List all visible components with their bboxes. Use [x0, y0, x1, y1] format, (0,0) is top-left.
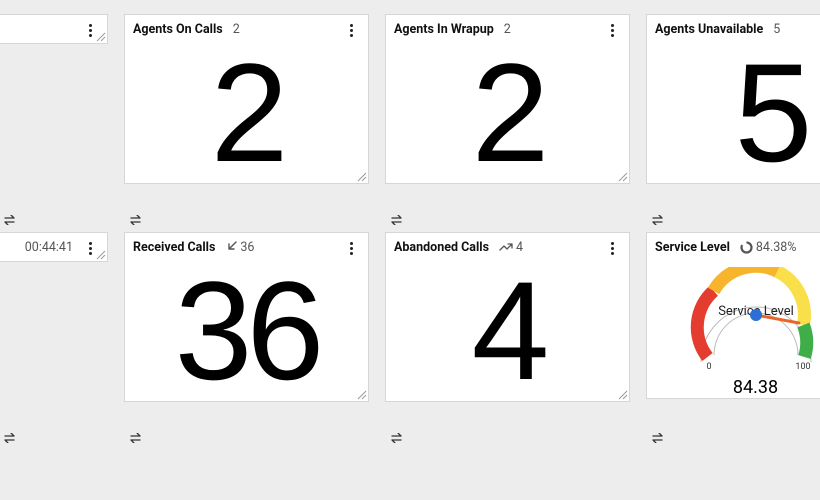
card-subvalue: 2	[504, 22, 511, 37]
card-service-level: Service Level 84.38%	[646, 232, 820, 399]
card-abandoned-calls: Abandoned Calls 4 4	[385, 232, 630, 402]
gauge-max: 100	[795, 362, 810, 372]
card-received-calls: Received Calls 36 36	[124, 232, 369, 402]
card-title: Agents On Calls	[133, 22, 223, 37]
metric-value: 36	[175, 261, 319, 401]
card-subvalue: 84.38%	[740, 240, 797, 255]
swap-icon[interactable]	[652, 432, 666, 446]
card-title: Received Calls	[133, 240, 215, 255]
donut-icon	[740, 241, 753, 254]
incoming-call-icon	[225, 241, 237, 253]
metric-value: 5	[735, 43, 807, 183]
gauge-hub	[750, 309, 762, 321]
metric-value: 2	[211, 43, 283, 183]
swap-icon[interactable]	[130, 432, 144, 446]
metric-value: 2	[472, 43, 544, 183]
card-agents-unavailable: Agents Unavailable 5 5	[646, 14, 820, 184]
resize-handle-icon[interactable]	[94, 30, 106, 42]
swap-icon[interactable]	[4, 432, 18, 446]
card-subvalue: 36	[225, 240, 254, 255]
gauge-value: 84.38	[733, 377, 778, 398]
gauge-min: 0	[706, 362, 711, 372]
resize-handle-icon[interactable]	[94, 248, 106, 260]
card-partial-bottom: 00:44:41	[0, 232, 108, 262]
card-partial-top	[0, 14, 108, 44]
card-menu-button[interactable]	[601, 237, 623, 259]
swap-icon[interactable]	[391, 214, 405, 228]
resize-handle-icon[interactable]	[355, 170, 367, 182]
gauge-chart: Service Level 0 100	[681, 267, 820, 377]
card-subvalue: 2	[233, 22, 240, 37]
card-subvalue: 4	[499, 240, 523, 255]
card-title: Agents In Wrapup	[394, 22, 494, 37]
card-title: Agents Unavailable	[655, 22, 763, 37]
dashboard-grid: Agents On Calls 2 2 Agents In Wrapup 2 2	[0, 0, 820, 432]
swap-icon[interactable]	[652, 214, 666, 228]
card-menu-button[interactable]	[601, 19, 623, 41]
card-title: Service Level	[655, 240, 730, 255]
card-agents-in-wrapup: Agents In Wrapup 2 2	[385, 14, 630, 184]
card-agents-on-calls: Agents On Calls 2 2	[124, 14, 369, 184]
resize-handle-icon[interactable]	[616, 170, 628, 182]
card-subvalue: 5	[773, 22, 780, 37]
resize-handle-icon[interactable]	[355, 388, 367, 400]
card-menu-button[interactable]	[340, 19, 362, 41]
card-menu-button[interactable]	[340, 237, 362, 259]
swap-icon[interactable]	[130, 214, 144, 228]
swap-icon[interactable]	[391, 432, 405, 446]
missed-call-icon	[499, 242, 513, 252]
card-subvalue: 00:44:41	[25, 240, 73, 255]
resize-handle-icon[interactable]	[616, 388, 628, 400]
metric-value: 4	[472, 261, 544, 401]
card-title: Abandoned Calls	[394, 240, 489, 255]
swap-icon[interactable]	[4, 214, 18, 228]
